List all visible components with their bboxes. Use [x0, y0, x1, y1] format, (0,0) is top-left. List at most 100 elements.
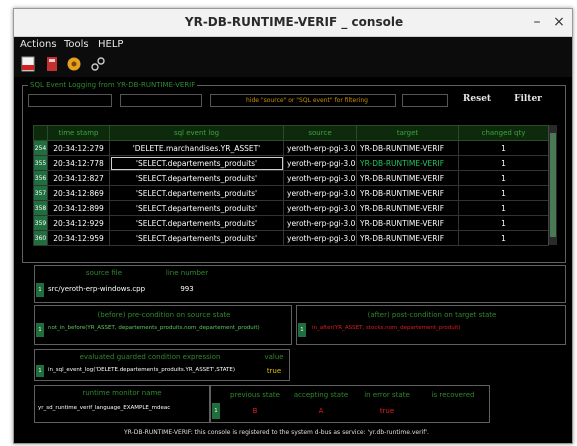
header-source[interactable]: source	[283, 125, 357, 141]
source-cell[interactable]: yeroth-erp-pgi-3.0	[283, 185, 357, 201]
source-cell[interactable]: yeroth-erp-pgi-3.0	[283, 230, 357, 246]
target-cell[interactable]: YR-DB-RUNTIME-VERIF	[356, 200, 459, 216]
table-row[interactable]: 359 20:34:12:929 'SELECT.departements_pr…	[33, 215, 549, 231]
time-stamp-cell[interactable]: 20:34:12:827	[47, 170, 110, 186]
reset-button[interactable]: Reset	[454, 94, 500, 107]
sql-event-cell[interactable]: 'SELECT.departements_produits'	[109, 155, 284, 171]
menu-tools[interactable]: Tools	[64, 39, 89, 50]
time-stamp-cell[interactable]: 20:34:12:778	[47, 155, 110, 171]
post-condition-row-number[interactable]: 1	[298, 323, 306, 337]
post-condition-value[interactable]: in_after(YR_ASSET, stocks.nom_departemen…	[312, 325, 560, 331]
menu-actions[interactable]: Actions	[20, 39, 57, 50]
connect-icon[interactable]	[90, 56, 106, 72]
source-cell[interactable]: yeroth-erp-pgi-3.0	[283, 170, 357, 186]
time-stamp-cell[interactable]: 20:34:12:929	[47, 215, 110, 231]
time-stamp-cell[interactable]: 20:34:12:899	[47, 200, 110, 216]
runtime-monitor-title: runtime monitor name	[82, 389, 162, 397]
row-number[interactable]: 360	[33, 230, 48, 246]
header-accepting-state: accepting state	[293, 391, 349, 399]
row-number[interactable]: 359	[33, 215, 48, 231]
target-cell[interactable]: YR-DB-RUNTIME-VERIF	[356, 185, 459, 201]
filter-field-3[interactable]	[402, 94, 448, 107]
title-bar[interactable]: YR-DB-RUNTIME-VERIF _ console – ×	[14, 9, 572, 37]
settings-icon[interactable]	[66, 56, 82, 72]
pdf-icon[interactable]	[20, 56, 36, 72]
table-header-row: time stamp sql event log source target c…	[33, 125, 549, 141]
row-number[interactable]: 357	[33, 185, 48, 201]
table-row[interactable]: 356 20:34:12:827 'SELECT.departements_pr…	[33, 170, 549, 186]
scrollbar-thumb[interactable]	[550, 133, 556, 237]
source-cell[interactable]: yeroth-erp-pgi-3.0	[283, 215, 357, 231]
monitor-row-number[interactable]: 1	[212, 403, 220, 419]
in-error-state-value[interactable]: true	[356, 407, 418, 415]
header-time-stamp[interactable]: time stamp	[47, 125, 110, 141]
console-window: YR-DB-RUNTIME-VERIF _ console – × Action…	[13, 8, 573, 444]
guard-expression-title: evaluated guarded condition expression	[79, 353, 221, 361]
time-stamp-cell[interactable]: 20:34:12:279	[47, 140, 110, 156]
target-cell[interactable]: YR-DB-RUNTIME-VERIF	[356, 140, 459, 156]
guard-value-title: value	[264, 353, 284, 361]
menu-bar: Actions Tools HELP	[14, 37, 572, 53]
pre-condition-value[interactable]: not_in_before(YR_ASSET, departements_pro…	[48, 325, 288, 331]
pre-condition-row-number[interactable]: 1	[36, 323, 44, 337]
source-cell[interactable]: yeroth-erp-pgi-3.0	[283, 140, 357, 156]
sql-event-cell[interactable]: 'SELECT.departements_produits'	[109, 215, 284, 231]
accepting-state-value[interactable]: A	[290, 407, 352, 415]
table-row-selected[interactable]: 355 20:34:12:778 'SELECT.departements_pr…	[33, 155, 549, 171]
guard-value[interactable]: true	[260, 367, 288, 375]
guard-row-number[interactable]: 1	[36, 365, 44, 377]
filter-field-2[interactable]	[120, 94, 202, 107]
changed-qty-cell[interactable]: 1	[458, 140, 549, 156]
runtime-monitor-name[interactable]: yr_sd_runtime_verif_language_EXAMPLE_mde…	[38, 405, 208, 411]
sql-event-cell[interactable]: 'SELECT.departements_produits'	[109, 230, 284, 246]
header-changed-qty[interactable]: changed qty	[458, 125, 549, 141]
menu-help[interactable]: HELP	[98, 39, 123, 50]
previous-state-value[interactable]: B	[224, 407, 286, 415]
line-number-value[interactable]: 993	[164, 285, 210, 293]
pre-condition-title: (before) pre-condition on source state	[97, 311, 231, 319]
target-cell[interactable]: YR-DB-RUNTIME-VERIF	[356, 170, 459, 186]
row-number[interactable]: 355	[33, 155, 48, 171]
source-row-number[interactable]: 1	[36, 283, 44, 297]
target-cell[interactable]: YR-DB-RUNTIME-VERIF	[356, 155, 459, 171]
table-row[interactable]: 360 20:34:12:959 'SELECT.departements_pr…	[33, 230, 549, 246]
row-number[interactable]: 358	[33, 200, 48, 216]
sql-event-cell[interactable]: 'SELECT.departements_produits'	[109, 200, 284, 216]
changed-qty-cell[interactable]: 1	[458, 185, 549, 201]
time-stamp-cell[interactable]: 20:34:12:959	[47, 230, 110, 246]
time-stamp-cell[interactable]: 20:34:12:869	[47, 185, 110, 201]
header-sql-event-log[interactable]: sql event log	[109, 125, 284, 141]
minimize-button[interactable]: –	[528, 13, 546, 31]
changed-qty-cell[interactable]: 1	[458, 155, 549, 171]
table-row[interactable]: 357 20:34:12:869 'SELECT.departements_pr…	[33, 185, 549, 201]
sql-event-cell[interactable]: 'SELECT.departements_produits'	[109, 170, 284, 186]
target-cell[interactable]: YR-DB-RUNTIME-VERIF	[356, 215, 459, 231]
guard-expression-value[interactable]: in_sql_event_log('DELETE.departements_pr…	[48, 367, 258, 373]
table-row[interactable]: 254 20:34:12:279 'DELETE.marchandises.YR…	[33, 140, 549, 156]
line-number-label: line number	[165, 269, 209, 277]
changed-qty-cell[interactable]: 1	[458, 230, 549, 246]
source-cell[interactable]: yeroth-erp-pgi-3.0	[283, 155, 357, 171]
filter-field-1[interactable]	[28, 94, 112, 107]
source-cell[interactable]: yeroth-erp-pgi-3.0	[283, 200, 357, 216]
sql-event-cell[interactable]: 'SELECT.departements_produits'	[109, 185, 284, 201]
corner-header	[33, 125, 48, 141]
header-is-recovered: is recovered	[431, 391, 475, 399]
table-scrollbar[interactable]	[548, 125, 557, 245]
table-row[interactable]: 358 20:34:12:899 'SELECT.departements_pr…	[33, 200, 549, 216]
row-number[interactable]: 254	[33, 140, 48, 156]
changed-qty-cell[interactable]: 1	[458, 200, 549, 216]
changed-qty-cell[interactable]: 1	[458, 215, 549, 231]
header-target[interactable]: target	[356, 125, 459, 141]
post-condition-title: (after) post-condition on target state	[367, 311, 497, 319]
changed-qty-cell[interactable]: 1	[458, 170, 549, 186]
close-button[interactable]: ×	[550, 13, 568, 31]
filter-hint-text: hide "source" or "SQL event" for filteri…	[246, 97, 368, 104]
source-file-value[interactable]: src/yeroth-erp-windows.cpp	[48, 285, 164, 293]
export-icon[interactable]	[44, 56, 60, 72]
row-number[interactable]: 356	[33, 170, 48, 186]
target-cell[interactable]: YR-DB-RUNTIME-VERIF	[356, 230, 459, 246]
window-title: YR-DB-RUNTIME-VERIF _ console	[184, 15, 404, 29]
filter-button[interactable]: Filter	[506, 94, 550, 107]
sql-event-cell[interactable]: 'DELETE.marchandises.YR_ASSET'	[109, 140, 284, 156]
